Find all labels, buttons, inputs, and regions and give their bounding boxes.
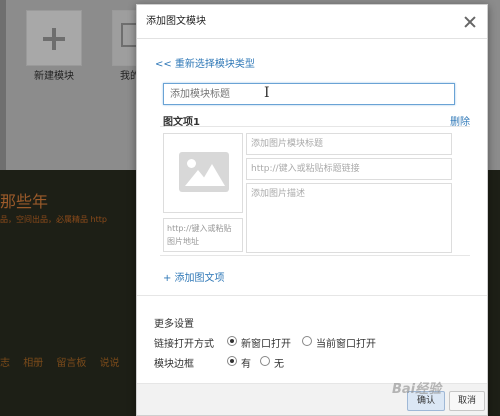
image-url-field[interactable]: http://键入或粘贴图片地址: [163, 218, 243, 252]
border-no-label[interactable]: 无: [274, 355, 284, 370]
image-title-field[interactable]: 添加图片模块标题: [246, 133, 452, 155]
current-window-radio[interactable]: [302, 336, 312, 346]
watermark: Bai经验: [392, 382, 442, 397]
dialog-title: 添加图文模块: [146, 16, 206, 27]
image-description-field[interactable]: 添加图片描述: [246, 183, 452, 253]
module-border-label: 模块边框: [154, 359, 194, 370]
new-module-tile[interactable]: [26, 10, 82, 66]
item-section-title: 图文项1: [163, 117, 200, 128]
nav-item[interactable]: 志: [0, 358, 10, 369]
divider: [137, 295, 487, 296]
dialog-header: 添加图文模块: [137, 5, 487, 39]
add-image-text-item-link[interactable]: + 添加图文项: [163, 269, 225, 284]
border-yes-radio[interactable]: [227, 356, 237, 366]
current-window-label[interactable]: 当前窗口打开: [316, 335, 376, 350]
delete-item-link[interactable]: 删除: [450, 113, 470, 128]
border-no-radio[interactable]: [260, 356, 270, 366]
module-title-input[interactable]: [163, 83, 455, 105]
title-link-field[interactable]: http://键入或粘贴标题链接: [246, 158, 452, 180]
site-title: 那些年: [0, 192, 49, 211]
cancel-button[interactable]: 取消: [449, 391, 485, 411]
nav-item[interactable]: 留言板: [56, 358, 86, 369]
close-icon[interactable]: [463, 15, 477, 29]
new-window-label[interactable]: 新窗口打开: [241, 335, 291, 350]
image-upload-area[interactable]: [163, 133, 243, 213]
new-module-label: 新建模块: [34, 71, 74, 82]
link-open-mode-label: 链接打开方式: [154, 339, 214, 350]
background-left-strip: [0, 0, 6, 170]
site-subtitle: 品，空间出品，必属精品 http: [0, 215, 107, 224]
border-yes-label[interactable]: 有: [241, 355, 251, 370]
image-icon: [179, 152, 229, 192]
text-cursor-icon: I: [264, 85, 270, 101]
site-nav: 志 相册 留言板 说说: [0, 354, 130, 369]
more-settings-title: 更多设置: [154, 319, 194, 330]
add-image-text-module-dialog: 添加图文模块 << 重新选择模块类型 I 图文项1 删除 http://键入或粘…: [136, 4, 488, 416]
reselect-module-type-link[interactable]: << 重新选择模块类型: [155, 55, 255, 70]
nav-item[interactable]: 说说: [100, 358, 120, 369]
new-window-radio[interactable]: [227, 336, 237, 346]
nav-item[interactable]: 相册: [23, 358, 43, 369]
